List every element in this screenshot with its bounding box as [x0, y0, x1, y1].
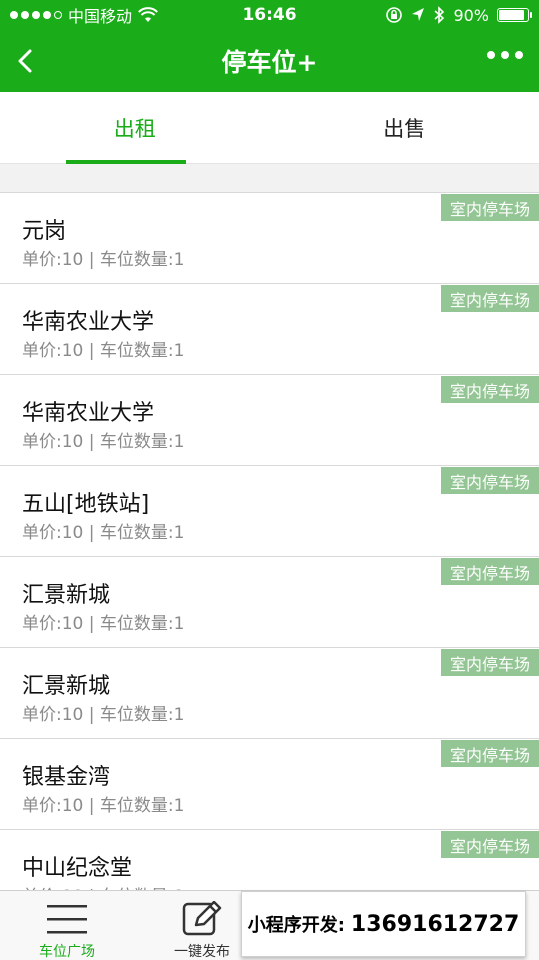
- item-meta: 单价:10 | 车位数量:1: [22, 341, 185, 361]
- item-badge: 室内停车场: [440, 376, 539, 403]
- item-badge: 室内停车场: [440, 831, 539, 858]
- item-meta: 单价:10 | 车位数量:1: [22, 796, 185, 816]
- list-item[interactable]: 汇景新城 单价:10 | 车位数量:1 室内停车场: [0, 647, 539, 738]
- parking-list: 元岗 单价:10 | 车位数量:1 室内停车场 华南农业大学 单价:10 | 车…: [0, 192, 539, 920]
- item-name: 汇景新城: [22, 583, 111, 608]
- section-gap: [0, 164, 539, 192]
- item-meta: 单价:10 | 车位数量:1: [22, 614, 185, 634]
- nav-bar: 停车位+: [0, 30, 539, 92]
- item-name: 五山[地铁站]: [22, 492, 150, 517]
- tabbar-label: 车位广场: [39, 944, 95, 960]
- developer-contact-banner: 小程序开发: 13691612727: [241, 891, 526, 957]
- location-icon: [412, 8, 425, 21]
- status-bar: 中国移动 16:46 90%: [0, 0, 539, 30]
- item-name: 银基金湾: [22, 765, 111, 790]
- item-meta: 单价:10 | 车位数量:1: [22, 705, 185, 725]
- banner-phone: 13691612727: [350, 911, 520, 937]
- list-item[interactable]: 华南农业大学 单价:10 | 车位数量:1 室内停车场: [0, 374, 539, 465]
- item-badge: 室内停车场: [440, 740, 539, 767]
- bluetooth-icon: [434, 6, 445, 24]
- item-badge: 室内停车场: [440, 558, 539, 585]
- list-item[interactable]: 元岗 单价:10 | 车位数量:1 室内停车场: [0, 192, 539, 283]
- list-item[interactable]: 汇景新城 单价:10 | 车位数量:1 室内停车场: [0, 556, 539, 647]
- item-name: 元岗: [22, 219, 67, 244]
- carrier-label: 中国移动: [68, 7, 133, 26]
- edit-icon: [182, 901, 222, 936]
- item-badge: 室内停车场: [440, 649, 539, 676]
- item-meta: 单价:10 | 车位数量:1: [22, 250, 185, 270]
- tabbar-label: 一键发布: [174, 944, 230, 960]
- tab-sale[interactable]: 出售: [270, 92, 539, 163]
- item-meta: 单价:10 | 车位数量:1: [22, 523, 185, 543]
- status-left: 中国移动: [10, 3, 158, 27]
- item-badge: 室内停车场: [440, 285, 539, 312]
- list-item[interactable]: 华南农业大学 单价:10 | 车位数量:1 室内停车场: [0, 283, 539, 374]
- battery-icon: [497, 8, 532, 22]
- battery-fill: [499, 10, 525, 20]
- tab-rent[interactable]: 出租: [0, 92, 270, 164]
- list-item[interactable]: 银基金湾 单价:10 | 车位数量:1 室内停车场: [0, 738, 539, 829]
- item-badge: 室内停车场: [440, 194, 539, 221]
- more-icon[interactable]: [487, 51, 523, 59]
- signal-dots-icon: [10, 11, 62, 19]
- item-name: 华南农业大学: [22, 310, 155, 335]
- item-name: 汇景新城: [22, 674, 111, 699]
- item-name: 华南农业大学: [22, 401, 155, 426]
- wifi-icon: [138, 7, 158, 22]
- item-meta: 单价:10 | 车位数量:1: [22, 432, 185, 452]
- orientation-lock-icon: [386, 7, 403, 23]
- status-right: 90%: [385, 5, 532, 25]
- menu-lines-icon: [47, 905, 87, 934]
- banner-label: 小程序开发:: [247, 915, 345, 936]
- item-badge: 室内停车场: [440, 467, 539, 494]
- page-title: 停车位+: [221, 48, 318, 77]
- tabbar-item-plaza[interactable]: 车位广场: [0, 891, 134, 960]
- back-icon[interactable]: [10, 44, 44, 78]
- item-name: 中山纪念堂: [22, 856, 133, 881]
- tab-bar: 出租 出售: [0, 92, 539, 164]
- list-item[interactable]: 五山[地铁站] 单价:10 | 车位数量:1 室内停车场: [0, 465, 539, 556]
- battery-percent: 90%: [453, 5, 489, 25]
